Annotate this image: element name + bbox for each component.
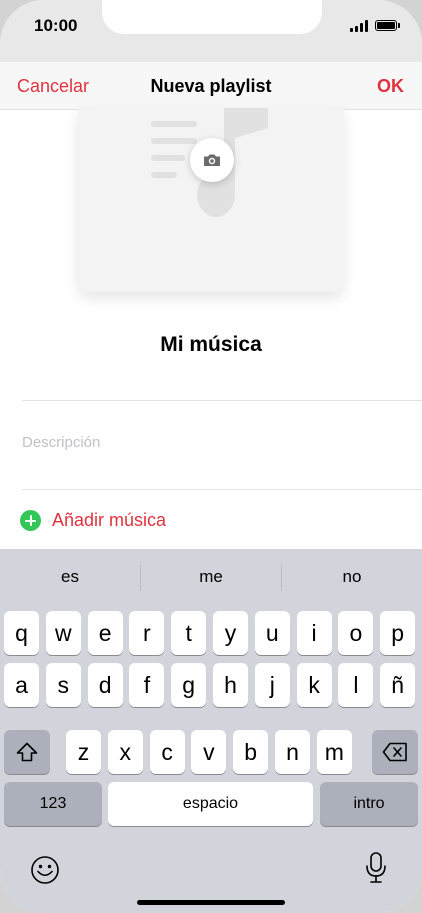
key-w[interactable]: w — [45, 611, 81, 655]
camera-button[interactable] — [190, 138, 234, 182]
phone-frame: 10:00 Nueva playlist Cancelar OK Mi músi… — [0, 0, 422, 913]
suggestion-item[interactable]: es — [0, 549, 140, 605]
key-t[interactable]: t — [171, 611, 207, 655]
key-l[interactable]: l — [338, 663, 374, 707]
key-j[interactable]: j — [254, 663, 290, 707]
nav-bar: Nueva playlist Cancelar OK — [0, 62, 422, 110]
emoji-icon[interactable] — [30, 855, 60, 885]
numbers-key[interactable]: 123 — [4, 782, 102, 826]
key-d[interactable]: d — [87, 663, 123, 707]
plus-circle-icon — [20, 510, 41, 531]
divider — [22, 489, 422, 490]
key-i[interactable]: i — [296, 611, 332, 655]
key-z[interactable]: z — [66, 730, 101, 774]
key-n[interactable]: n — [275, 730, 310, 774]
divider — [22, 400, 422, 401]
key-g[interactable]: g — [171, 663, 207, 707]
playlist-name-field[interactable]: Mi música — [0, 333, 422, 357]
key-u[interactable]: u — [254, 611, 290, 655]
screen: 10:00 Nueva playlist Cancelar OK Mi músi… — [0, 0, 422, 913]
delete-key[interactable] — [372, 730, 418, 774]
shift-icon — [16, 742, 38, 762]
battery-icon — [375, 20, 397, 31]
key-k[interactable]: k — [296, 663, 332, 707]
music-note-icon — [151, 108, 268, 217]
key-h[interactable]: h — [213, 663, 248, 707]
key-o[interactable]: o — [338, 611, 374, 655]
key-a[interactable]: a — [4, 663, 39, 707]
key-q[interactable]: q — [4, 611, 39, 655]
status-bar: 10:00 — [0, 0, 422, 62]
key-y[interactable]: y — [213, 611, 248, 655]
key-f[interactable]: f — [129, 663, 165, 707]
microphone-icon[interactable] — [364, 851, 388, 885]
add-music-label: Añadir música — [52, 510, 167, 530]
key-e[interactable]: e — [87, 611, 123, 655]
space-key[interactable]: espacio — [108, 782, 313, 826]
shift-key[interactable] — [4, 730, 50, 774]
status-time: 10:00 — [34, 16, 78, 35]
key-x[interactable]: x — [107, 730, 143, 774]
suggestion-bar: es me no — [0, 549, 422, 605]
key-n-tilde[interactable]: ñ — [380, 663, 416, 707]
signal-icon — [350, 20, 370, 32]
description-field[interactable] — [22, 431, 402, 453]
playlist-artwork[interactable] — [78, 108, 344, 292]
delete-icon — [382, 742, 407, 762]
return-key[interactable]: intro — [320, 782, 418, 826]
home-indicator — [137, 900, 285, 905]
notch — [102, 0, 322, 34]
key-b[interactable]: b — [233, 730, 269, 774]
key-r[interactable]: r — [129, 611, 165, 655]
camera-icon — [204, 154, 220, 166]
keyboard: es me no qwertyuiop asdfghjklñ zxcvbnm 1… — [0, 549, 422, 913]
key-s[interactable]: s — [45, 663, 81, 707]
cancel-button[interactable]: Cancelar — [17, 76, 89, 97]
ok-button[interactable]: OK — [377, 76, 404, 97]
key-p[interactable]: p — [380, 611, 416, 655]
battery-tip — [398, 23, 400, 28]
suggestion-item[interactable]: no — [282, 549, 422, 605]
key-v[interactable]: v — [191, 730, 227, 774]
suggestion-item[interactable]: me — [141, 549, 281, 605]
key-c[interactable]: c — [149, 730, 185, 774]
key-m[interactable]: m — [316, 730, 352, 774]
